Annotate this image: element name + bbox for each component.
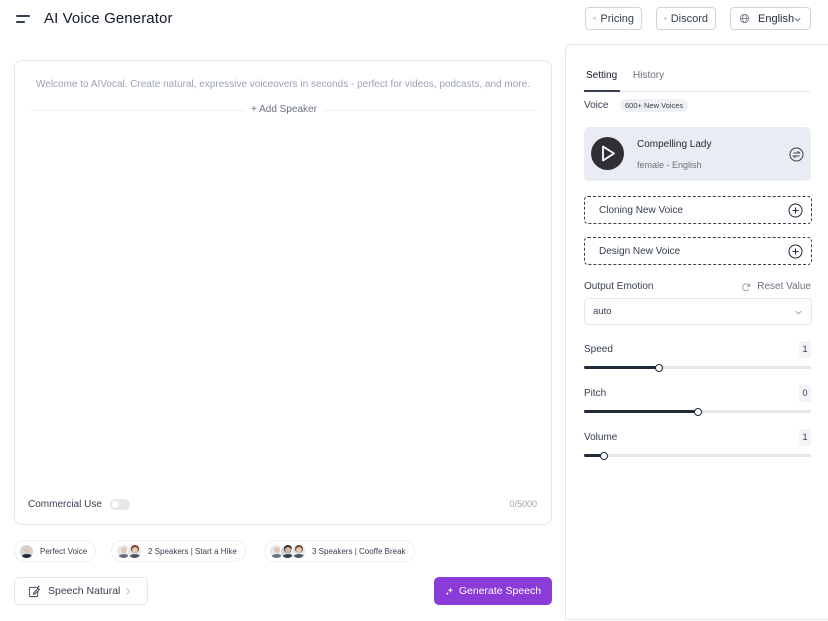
pitch-slider[interactable] [584,407,811,416]
new-voices-badge[interactable]: 600+ New Voices [620,99,689,112]
voice-meta: female - English [637,160,702,170]
chevron-down-icon [794,17,801,22]
plus-circle-icon [788,203,803,218]
avatar [291,543,306,559]
preset-3-speakers[interactable]: 3 Speakers | Cooffe Break [264,540,415,562]
generate-speech-label: Generate Speech [458,585,542,597]
avatar-group [19,543,34,559]
char-counter: 0/5000 [509,499,537,509]
diamond-icon [593,17,597,21]
slider-thumb[interactable] [654,363,663,372]
text-editor[interactable]: Welcome to AIVocal. Create natural, expr… [14,60,552,525]
add-speaker-button[interactable]: + Add Speaker [15,104,553,115]
preset-2-speakers[interactable]: 2 Speakers | Start a Hike [111,540,246,562]
discord-button[interactable]: Discord [656,7,716,30]
preset-label: 2 Speakers | Start a Hike [148,546,237,556]
volume-value: 1 [799,429,811,446]
pricing-label: Pricing [600,12,634,25]
avatar-group [116,543,142,559]
tab-history[interactable]: History [633,70,664,81]
speed-label: Speed [584,344,613,355]
commercial-use: Commercial Use [28,499,130,510]
commercial-use-toggle[interactable] [109,499,130,510]
cloning-new-voice-button[interactable]: Cloning New Voice [584,196,812,224]
reset-value-button[interactable]: Reset Value [741,281,811,292]
sparkle-icon [445,586,453,595]
menu-icon[interactable] [16,13,32,25]
cloning-label: Cloning New Voice [599,204,683,216]
preset-label: 3 Speakers | Cooffe Break [312,546,406,556]
chevron-right-icon [126,588,131,595]
preset-perfect-voice[interactable]: Perfect Voice [14,540,97,562]
selected-voice-card[interactable]: Compelling Lady female - English [584,127,811,181]
pitch-label: Pitch [584,388,607,399]
commercial-use-label: Commercial Use [28,499,102,510]
panel-tabs: Setting History [583,63,810,92]
language-select[interactable]: English [730,7,811,30]
pricing-button[interactable]: Pricing [585,7,642,30]
emotion-select[interactable]: auto [584,298,812,325]
design-label: Design New Voice [599,245,681,257]
avatar [127,543,142,559]
editor-placeholder: Welcome to AIVocal. Create natural, expr… [36,79,530,90]
slider-thumb[interactable] [693,407,702,416]
add-speaker-label: + Add Speaker [245,104,323,115]
speech-natural-label: Speech Natural [48,585,121,597]
settings-panel: Setting History Voice 600+ New Voices Co… [565,44,828,620]
play-button[interactable] [591,137,624,170]
chevron-down-icon [795,310,802,315]
language-label: English [758,12,795,25]
output-emotion-label: Output Emotion [584,281,654,292]
discord-icon [664,17,667,20]
design-new-voice-button[interactable]: Design New Voice [584,237,812,265]
pitch-value: 0 [799,385,811,402]
refresh-icon [742,282,751,291]
generate-speech-button[interactable]: Generate Speech [434,577,552,605]
app-title: AI Voice Generator [44,10,173,27]
slider-thumb[interactable] [600,451,609,460]
volume-label: Volume [584,432,618,443]
preset-label: Perfect Voice [40,546,88,556]
avatar-group [269,543,306,559]
slider-fill [584,410,698,413]
speed-value: 1 [799,341,811,358]
voice-label: Voice [584,100,609,111]
tab-setting[interactable]: Setting [583,70,621,92]
slider-fill [584,366,659,369]
avatar [19,543,34,559]
speed-slider[interactable] [584,363,811,372]
play-icon [602,145,615,162]
header: AI Voice Generator Pricing Discord Engli… [0,0,828,40]
reset-value-label: Reset Value [757,281,811,292]
speech-natural-button[interactable]: Speech Natural [14,577,148,605]
plus-circle-icon [788,244,803,259]
voice-name: Compelling Lady [637,139,712,150]
emotion-value: auto [593,306,612,317]
globe-icon [739,13,750,24]
edit-icon [28,585,41,597]
swap-icon[interactable] [789,147,804,162]
volume-slider[interactable] [584,451,811,460]
discord-label: Discord [670,12,708,25]
